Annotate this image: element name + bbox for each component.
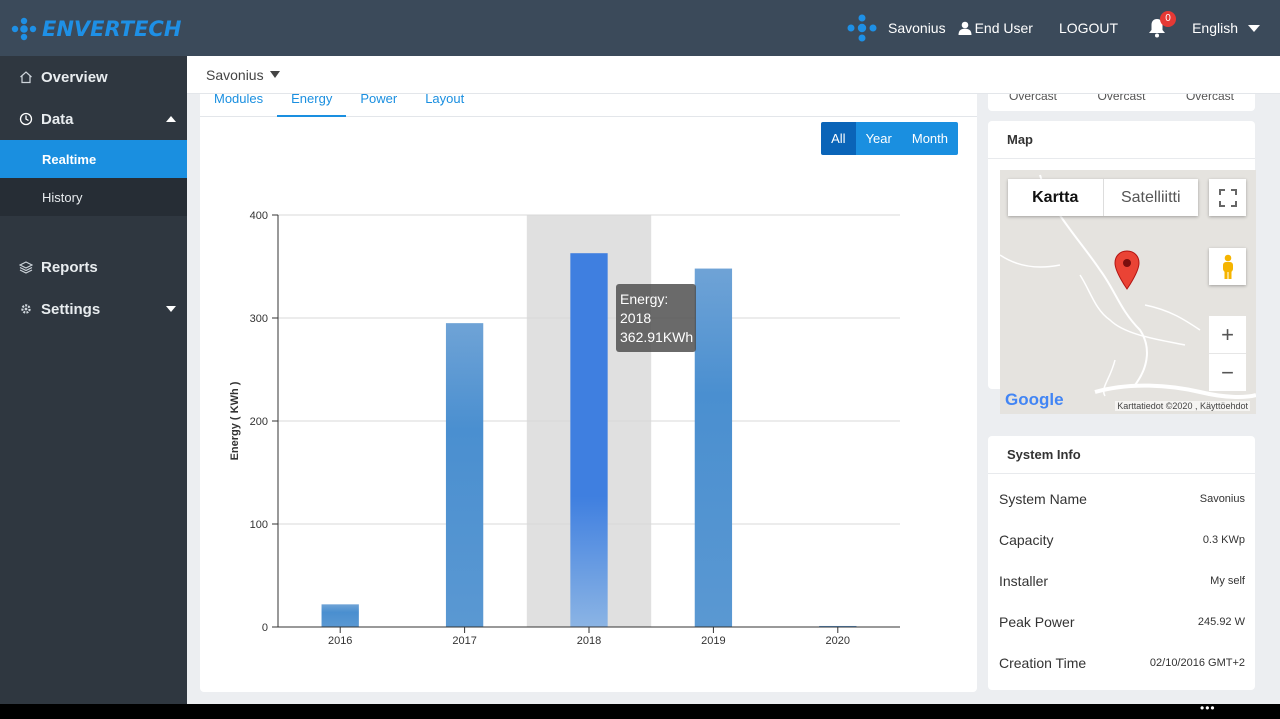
clock-icon	[18, 111, 34, 127]
system-info-row: Capacity 0.3 KWp	[988, 519, 1255, 560]
notification-badge: 0	[1160, 11, 1177, 27]
chevron-down-icon	[269, 71, 280, 78]
x-tick-label: 2019	[701, 635, 725, 647]
system-info-value: Savonius	[1199, 492, 1245, 505]
y-tick-label: 200	[250, 416, 268, 428]
y-tick-label: 100	[250, 519, 268, 531]
y-axis-label: Energy ( KWh )	[229, 381, 241, 460]
logo-text: ENVERTECH	[42, 17, 182, 41]
chart-bar-2017[interactable]	[445, 323, 484, 627]
system-info-row: System Name Savonius	[988, 478, 1255, 519]
bottom-bar	[0, 704, 1280, 719]
more-dots-icon[interactable]: •••	[1200, 702, 1216, 714]
sidebar-item-settings[interactable]: Settings	[0, 288, 187, 330]
chart-bar-2019[interactable]	[694, 268, 733, 627]
street-view-button[interactable]	[1209, 248, 1246, 285]
sidebar-item-realtime[interactable]: Realtime	[0, 140, 187, 178]
pegman-icon	[1222, 254, 1233, 279]
user-menu[interactable]: End User	[958, 20, 1033, 36]
sidebar: Overview Data Realtime History Reports S…	[0, 56, 187, 704]
chart-bar-2018[interactable]	[570, 253, 608, 627]
sidebar-item-data[interactable]: Data	[0, 98, 187, 140]
site-logo-icon	[847, 14, 877, 42]
system-info-value: 245.92 W	[1197, 615, 1245, 628]
zoom-out-button[interactable]: −	[1209, 354, 1246, 391]
chevron-down-icon	[166, 306, 176, 312]
system-info-key: Capacity	[999, 531, 1054, 548]
site-indicator[interactable]: Savonius	[844, 13, 946, 43]
energy-card: Modules Energy Power Layout All Year Mon…	[200, 92, 977, 692]
system-info-title: System Info	[988, 436, 1255, 474]
x-tick-label: 2017	[452, 635, 476, 647]
layers-icon	[18, 259, 34, 275]
sidebar-item-overview[interactable]: Overview	[0, 56, 187, 98]
chevron-down-icon	[1248, 24, 1260, 32]
gear-icon	[18, 301, 34, 317]
x-tick-label: 2020	[826, 635, 850, 647]
sidebar-item-label: Reports	[41, 258, 98, 276]
notifications-button[interactable]: 0	[1148, 11, 1177, 38]
site-selector[interactable]: Savonius	[187, 56, 1280, 94]
system-info-key: System Name	[999, 490, 1087, 507]
system-info-key: Peak Power	[999, 613, 1075, 630]
chevron-up-icon	[166, 116, 176, 122]
tooltip-line: 362.91KWh	[620, 329, 694, 345]
map-card: Map Kartta Satelliitti + − Google Kartta…	[988, 121, 1256, 414]
fullscreen-button[interactable]	[1209, 179, 1246, 216]
tooltip-line: 2018	[620, 310, 652, 326]
system-info-row: Creation Time 02/10/2016 GMT+2	[988, 642, 1255, 683]
logo-mark-icon	[11, 17, 37, 41]
system-info-card: System Info System Name Savonius Capacit…	[988, 436, 1255, 690]
site-selector-value: Savonius	[206, 66, 264, 83]
site-name: Savonius	[888, 20, 946, 36]
map-attribution[interactable]: Karttatiedot ©2020 , Käyttöehdot	[1115, 401, 1250, 411]
system-info-row: Installer My self	[988, 560, 1255, 601]
map-type-control: Kartta Satelliitti	[1008, 179, 1198, 216]
x-tick-label: 2018	[577, 635, 601, 647]
map-view[interactable]: Kartta Satelliitti + − Google Karttatied…	[1000, 170, 1256, 414]
user-label: End User	[974, 20, 1033, 36]
language-selector[interactable]: English	[1192, 20, 1260, 36]
energy-bar-chart: 0 100 200 300 400 2016 2017 2018 2019 2020 Energy…	[229, 210, 900, 647]
map-type-satellite-button[interactable]: Satelliitti	[1104, 179, 1199, 216]
y-tick-label: 300	[250, 313, 268, 325]
map-marker-icon[interactable]	[1114, 250, 1140, 290]
weather-item: Overcast	[1009, 94, 1058, 103]
language-label: English	[1192, 20, 1238, 36]
system-info-key: Installer	[999, 572, 1049, 589]
sidebar-item-reports[interactable]: Reports	[0, 246, 187, 288]
chart-bar-2016[interactable]	[321, 604, 359, 627]
logo[interactable]: ENVERTECH	[10, 16, 181, 42]
top-right-menu: Savonius End User LOGOUT 0 English	[844, 0, 1280, 56]
fullscreen-icon	[1218, 188, 1237, 207]
y-tick-label: 400	[250, 210, 268, 222]
logout-button[interactable]: LOGOUT	[1059, 20, 1118, 36]
tooltip-line: Energy:	[620, 291, 669, 307]
system-info-value: 0.3 KWp	[1202, 533, 1245, 546]
y-tick-label: 0	[262, 622, 268, 634]
system-info-row: Peak Power 245.92 W	[988, 601, 1255, 642]
weather-item: Overcast	[1097, 94, 1146, 103]
top-bar: ENVERTECH Savonius End User LOGOUT 0 Eng…	[0, 0, 1280, 56]
google-logo-text: Google	[1005, 390, 1064, 409]
system-info-key: Creation Time	[999, 654, 1087, 671]
system-info-value: My self	[1210, 574, 1245, 587]
map-type-map-button[interactable]: Kartta	[1008, 179, 1104, 216]
sidebar-item-label: Overview	[41, 68, 108, 86]
main-content: Savonius Modules Energy Power Layout All…	[187, 56, 1280, 704]
zoom-in-button[interactable]: +	[1209, 316, 1246, 354]
chart-tooltip: Energy: 2018 362.91KWh	[616, 284, 696, 352]
map-card-title: Map	[988, 121, 1255, 159]
weather-item: Overcast	[1185, 94, 1234, 103]
sidebar-item-label: Data	[41, 110, 74, 128]
system-info-value: 02/10/2016 GMT+2	[1149, 656, 1245, 669]
home-icon	[18, 69, 34, 85]
user-icon	[958, 21, 972, 35]
x-tick-label: 2016	[328, 635, 352, 647]
google-logo: Google	[1005, 390, 1064, 410]
sidebar-item-history[interactable]: History	[0, 178, 187, 216]
sidebar-item-label: Settings	[41, 300, 101, 318]
weather-strip: Overcast Overcast Overcast	[988, 94, 1255, 111]
